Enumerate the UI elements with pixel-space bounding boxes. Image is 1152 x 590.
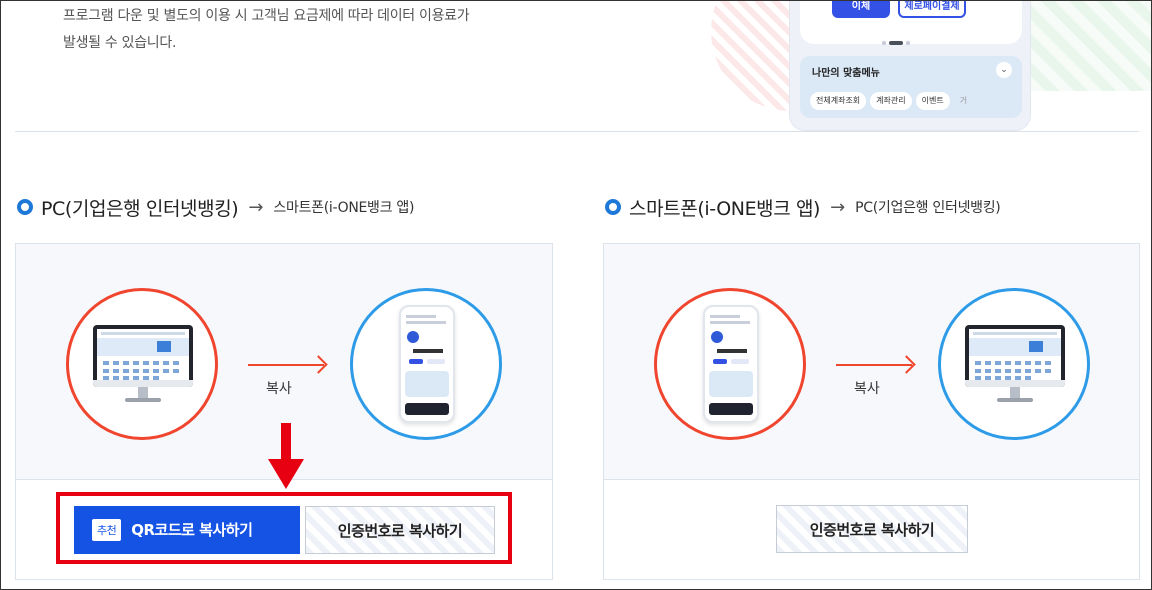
app-preview-illustration: 이체 제로페이결제 나만의 맞춤메뉴 ⌄ 전체계좌조회 계좌관리 이벤트 거 [701, 1, 1151, 131]
screenshot-frame: 프로그램 다운 및 별도의 이용 시 고객님 요금제에 따라 데이터 이용료가 … [0, 0, 1152, 590]
down-arrow-icon [268, 423, 304, 489]
zeropay-button-illustration: 제로페이결제 [898, 1, 966, 18]
arrow-right-icon [836, 364, 912, 366]
heading-target: PC(기업은행 인터넷뱅킹) [855, 200, 1001, 216]
arrow-right-icon: → [830, 196, 846, 218]
menu-chip: 전체계좌조회 [810, 92, 867, 110]
highlight-box [56, 492, 512, 564]
arrow-right-icon: → [248, 196, 264, 218]
transfer-button-illustration: 이체 [832, 1, 890, 18]
heading-source: PC(기업은행 인터넷뱅킹) [41, 197, 239, 220]
custom-menu-title: 나만의 맞춤메뉴 [812, 68, 880, 79]
heading-source: 스마트폰(i-ONE뱅크 앱) [629, 197, 821, 220]
bullet-icon [605, 199, 621, 215]
smartphone-icon [703, 305, 759, 423]
custom-menu-card: 나만의 맞춤메뉴 ⌄ 전체계좌조회 계좌관리 이벤트 거 [800, 56, 1022, 118]
bullet-icon [17, 199, 33, 215]
menu-chip: 이벤트 [915, 92, 950, 110]
menu-chip: 거 [959, 96, 968, 105]
pc-circle [938, 288, 1090, 440]
section-heading-pc-to-phone: PC(기업은행 인터넷뱅킹) → 스마트폰(i-ONE뱅크 앱) [17, 193, 414, 221]
notice-line-1: 프로그램 다운 및 별도의 이용 시 고객님 요금제에 따라 데이터 이용료가 [63, 8, 470, 24]
notice-line-2: 발생될 수 있습니다. [63, 35, 177, 51]
menu-chip: 계좌관리 [870, 92, 912, 110]
chevron-down-icon: ⌄ [996, 62, 1012, 78]
phone-circle [654, 288, 806, 440]
pc-circle [66, 288, 218, 440]
panel-actions: 인증번호로 복사하기 [604, 479, 1139, 579]
heading-target: 스마트폰(i-ONE뱅크 앱) [273, 200, 415, 216]
copy-label: 복사 [854, 381, 880, 397]
menu-chips: 전체계좌조회 계좌관리 이벤트 거 [810, 88, 977, 110]
monitor-icon [93, 325, 193, 405]
section-divider [15, 131, 1139, 132]
panel-phone-to-pc: 복사 인증번호로 복사하기 [603, 243, 1140, 580]
data-usage-notice: 프로그램 다운 및 별도의 이용 시 고객님 요금제에 따라 데이터 이용료가 … [63, 3, 533, 57]
smartphone-icon [399, 305, 455, 423]
phone-top-card: 이체 제로페이결제 [800, 1, 1022, 45]
monitor-icon [965, 325, 1065, 405]
pagination-dots [882, 30, 932, 45]
arrow-right-icon [248, 364, 324, 366]
phone-circle [350, 288, 502, 440]
section-heading-phone-to-pc: 스마트폰(i-ONE뱅크 앱) → PC(기업은행 인터넷뱅킹) [605, 193, 1001, 221]
cert-number-copy-button[interactable]: 인증번호로 복사하기 [776, 505, 968, 553]
copy-label: 복사 [266, 381, 292, 397]
phone-mockup: 이체 제로페이결제 나만의 맞춤메뉴 ⌄ 전체계좌조회 계좌관리 이벤트 거 [789, 1, 1031, 131]
